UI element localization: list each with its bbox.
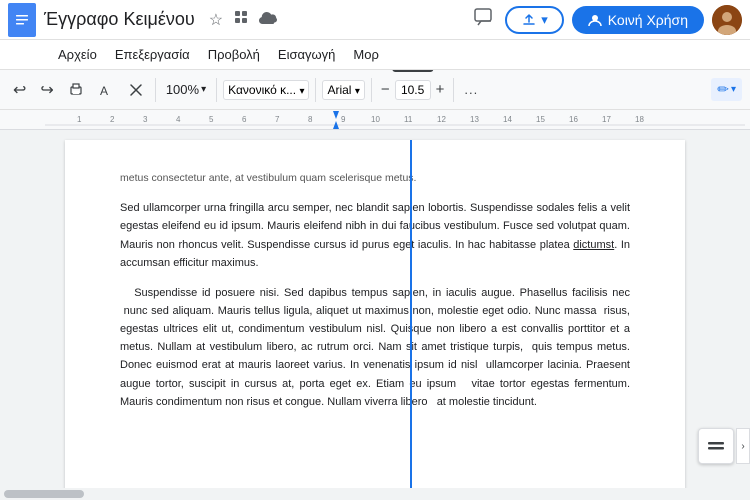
divider-5 (453, 78, 454, 102)
menu-more[interactable]: Μορ (345, 45, 386, 64)
top-fragment: metus consectetur ante, at vestibulum qu… (120, 170, 630, 187)
font-select[interactable]: Arial ▾ (322, 80, 364, 100)
font-size-tooltip: 8,00 (392, 70, 433, 72)
upload-label: ▾ (541, 12, 548, 28)
scrollbar-thumb[interactable] (4, 490, 84, 498)
svg-text:17: 17 (602, 115, 611, 124)
upload-button[interactable]: ▾ (505, 6, 564, 34)
divider-2 (216, 78, 217, 102)
font-decrease-button[interactable]: − (378, 79, 393, 100)
menu-file[interactable]: Αρχείο (50, 45, 105, 64)
zoom-value: 100% (166, 82, 199, 97)
divider-3 (315, 78, 316, 102)
svg-text:12: 12 (437, 115, 446, 124)
font-size-input[interactable] (395, 80, 431, 100)
divider-4 (371, 78, 372, 102)
share-label: Κοινή Χρήση (608, 12, 688, 28)
redo-button[interactable]: ↪ (35, 77, 58, 103)
ruler: 1 2 3 4 5 6 7 8 9 10 11 12 13 14 15 16 1… (0, 110, 750, 130)
svg-text:A: A (100, 84, 108, 98)
menu-edit[interactable]: Επεξεργασία (107, 45, 198, 64)
title-bar: Έγγραφο Κειμένου ☆ (0, 0, 750, 40)
svg-text:3: 3 (143, 115, 148, 124)
dictumst-word: dictumst (573, 239, 614, 251)
toolbar-right: ▾ Κοινή Χρήση (469, 3, 742, 36)
edit-mode-button[interactable]: ✏ ▾ (711, 78, 742, 101)
svg-text:7: 7 (275, 115, 280, 124)
doc-area[interactable]: metus consectetur ante, at vestibulum qu… (0, 130, 750, 500)
font-name: Arial (327, 83, 351, 97)
svg-text:18: 18 (635, 115, 644, 124)
cloud-icon (257, 9, 279, 31)
print-button[interactable] (63, 79, 89, 101)
svg-text:16: 16 (569, 115, 578, 124)
comment-button[interactable] (469, 3, 497, 36)
right-expand-button[interactable]: › (736, 428, 750, 464)
star-icon[interactable]: ☆ (207, 8, 225, 32)
page-title: Έγγραφο Κειμένου (44, 9, 195, 30)
svg-text:2: 2 (110, 115, 115, 124)
svg-text:15: 15 (536, 115, 545, 124)
svg-text:9: 9 (341, 115, 346, 124)
svg-text:8: 8 (308, 115, 313, 124)
floating-add-button[interactable] (698, 428, 734, 464)
more-options-button[interactable]: ... (460, 80, 482, 99)
svg-text:11: 11 (404, 115, 413, 124)
divider-1 (155, 78, 156, 102)
horizontal-scrollbar[interactable] (0, 488, 736, 500)
page-text: metus consectetur ante, at vestibulum qu… (120, 170, 630, 411)
clear-format-button[interactable] (123, 79, 149, 101)
svg-text:10: 10 (371, 115, 380, 124)
svg-text:1: 1 (77, 115, 82, 124)
avatar[interactable] (712, 5, 742, 35)
zoom-select[interactable]: 100% ▾ (162, 80, 210, 99)
pen-icon: ✏ (717, 81, 729, 98)
paragraph-1[interactable]: Sed ullamcorper urna fringilla arcu semp… (120, 199, 630, 272)
doc-icon (8, 3, 36, 37)
toolbar: ↩ ↪ A 100% ▾ Κανονικό κ... ▾ Arial ▾ 8,0… (0, 70, 750, 110)
document-page: metus consectetur ante, at vestibulum qu… (65, 140, 685, 500)
svg-text:13: 13 (470, 115, 479, 124)
menu-view[interactable]: Προβολή (200, 45, 268, 64)
title-icons: ☆ (207, 7, 279, 32)
style-select[interactable]: Κανονικό κ... ▾ (223, 80, 309, 100)
font-increase-button[interactable]: + (433, 79, 448, 100)
svg-text:6: 6 (242, 115, 247, 124)
svg-text:4: 4 (176, 115, 181, 124)
zoom-arrow: ▾ (201, 84, 206, 95)
style-name: Κανονικό κ... (228, 83, 296, 97)
svg-text:5: 5 (209, 115, 214, 124)
drive-icon (231, 7, 251, 32)
pen-arrow: ▾ (731, 84, 736, 95)
share-button[interactable]: Κοινή Χρήση (572, 6, 704, 34)
format-paint-button[interactable]: A (93, 79, 119, 101)
undo-button[interactable]: ↩ (8, 77, 31, 103)
menu-insert[interactable]: Εισαγωγή (270, 45, 343, 64)
menu-bar: Αρχείο Επεξεργασία Προβολή Εισαγωγή Μορ (0, 40, 750, 70)
paragraph-2[interactable]: Suspendisse id posuere nisi. Sed dapibus… (120, 284, 630, 411)
font-size-area: 8,00 − + (378, 79, 448, 100)
svg-text:14: 14 (503, 115, 512, 124)
